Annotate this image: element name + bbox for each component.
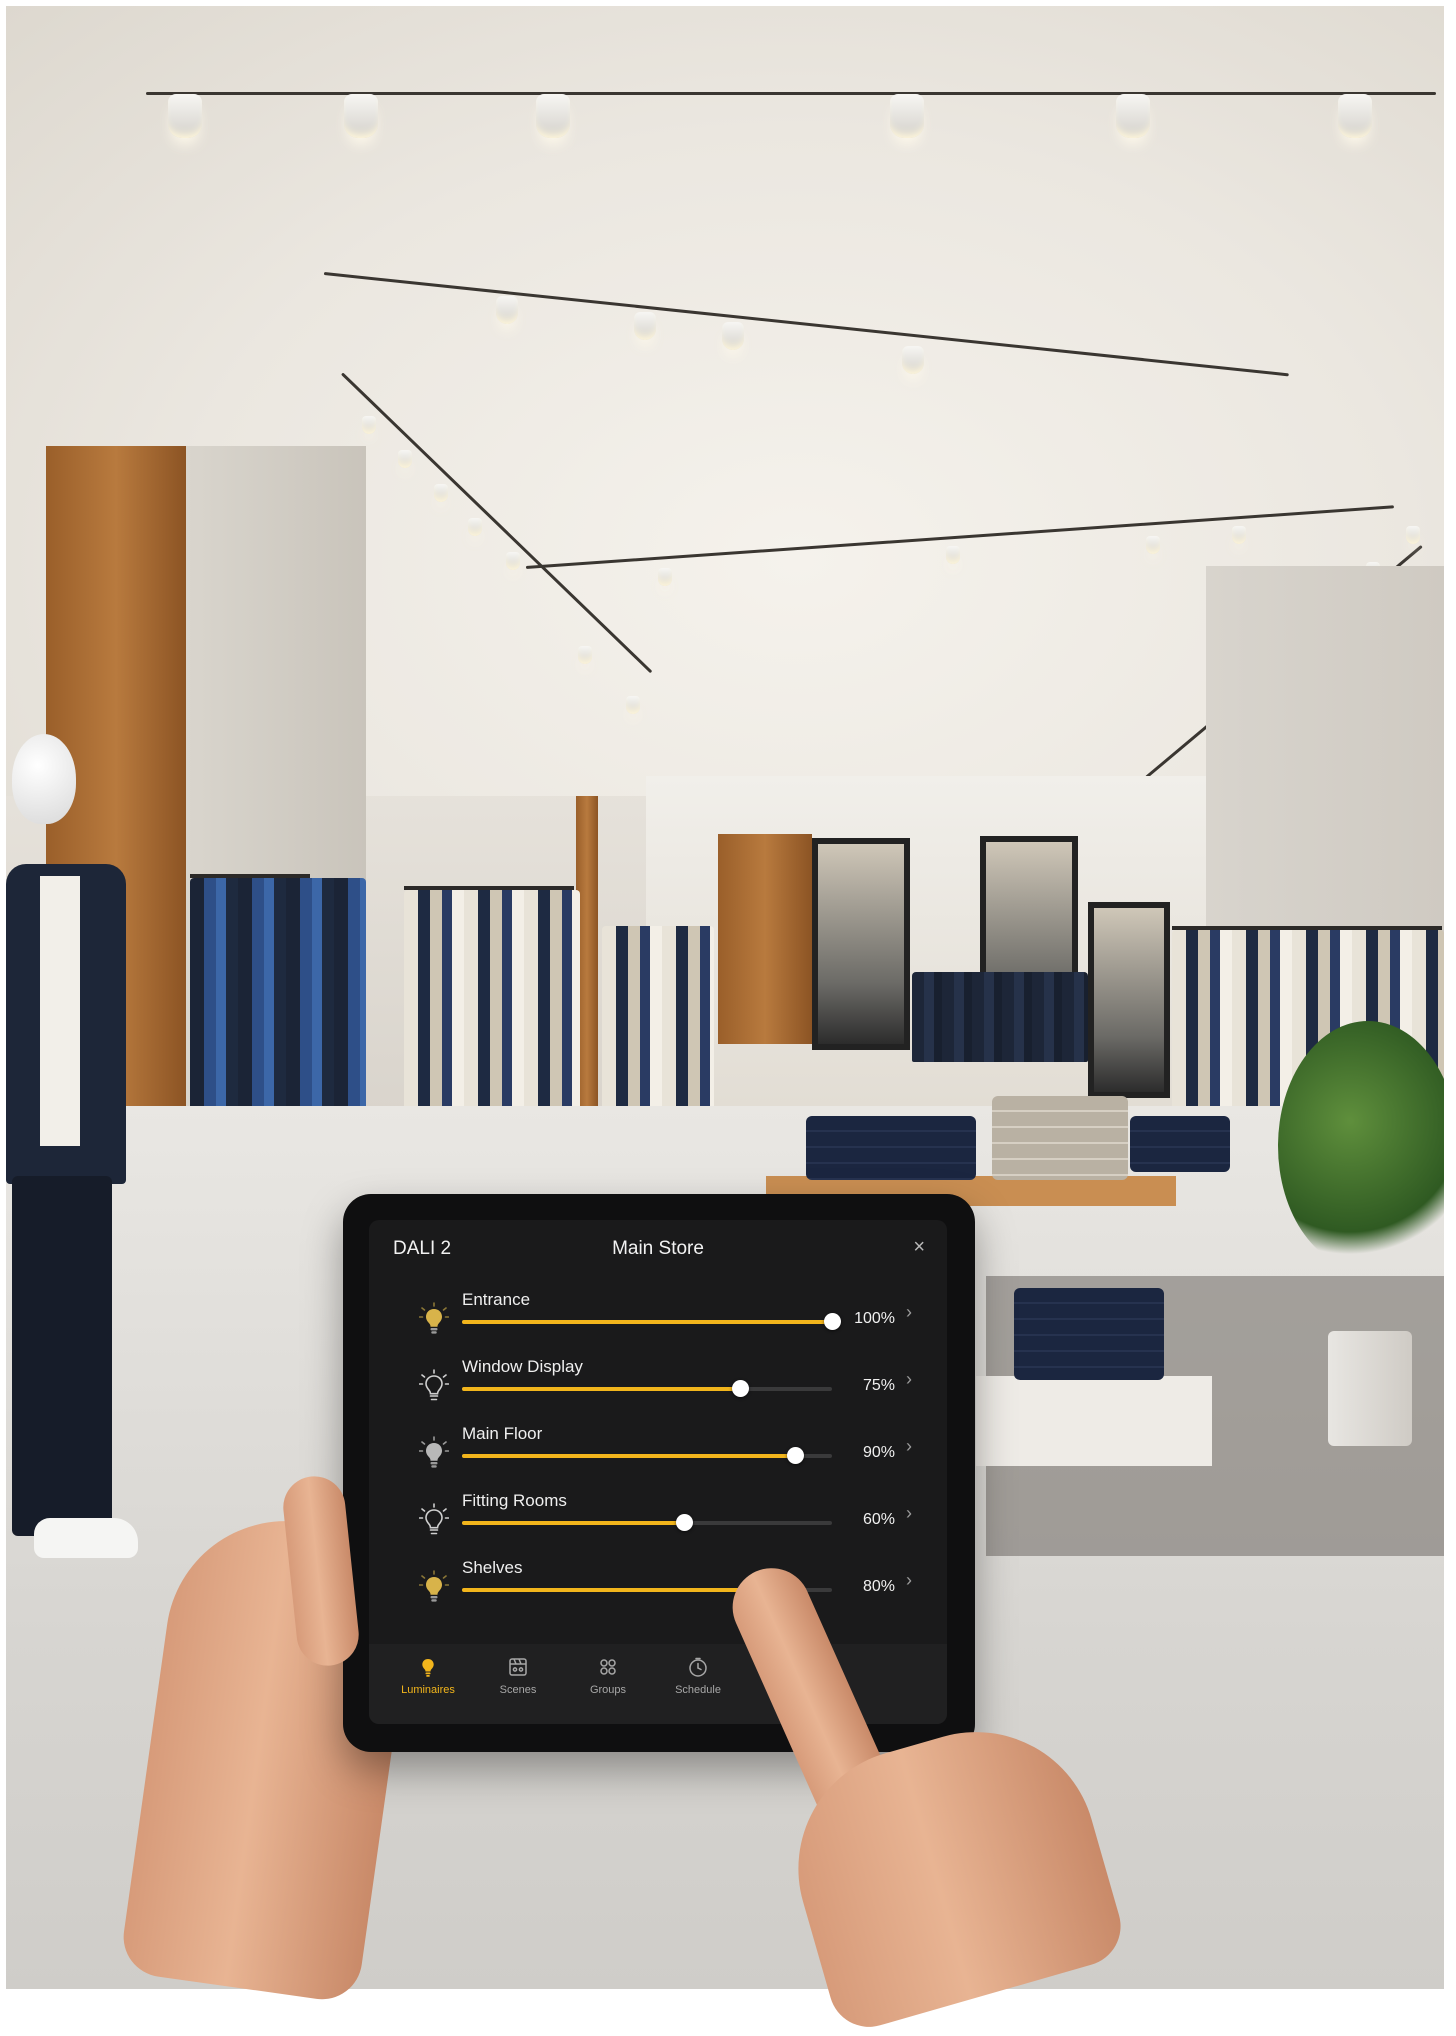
nav-tab-schedule[interactable]: Schedule [653,1656,743,1696]
luminaire-row-fitting-rooms[interactable]: Fitting Rooms 60% › [369,1485,947,1547]
luminaire-row-shelves[interactable]: Shelves 80% › [369,1552,947,1614]
brightness-slider-handle[interactable] [731,1380,749,1397]
nav-tab-label: Schedule [675,1684,721,1696]
clock-icon [653,1656,743,1678]
nav-tab-label: Scenes [499,1684,537,1696]
nav-tab-groups[interactable]: Groups [563,1656,653,1696]
brightness-slider-handle[interactable] [676,1514,693,1531]
luminaire-label: Main Floor [462,1424,543,1443]
lightbulb-dim-icon [418,1436,450,1470]
brightness-slider[interactable] [462,1447,832,1464]
track-spotlight [634,312,656,340]
lightbulb-off-icon [418,1369,450,1403]
lightbulb-on-icon [418,1570,450,1604]
brightness-slider-handle[interactable] [824,1313,841,1330]
chevron-right-icon[interactable]: › [906,1436,912,1457]
brightness-slider-fill [462,1320,832,1324]
potted-plant [1278,1021,1444,1271]
mirror [812,838,910,1050]
brightness-slider-fill [462,1387,740,1391]
brightness-value: 75% [862,1377,895,1394]
brightness-value: 90% [862,1444,895,1461]
luminaire-label: Fitting Rooms [462,1491,567,1510]
track-spotlight [890,94,924,138]
chevron-right-icon[interactable]: › [906,1369,912,1390]
brightness-slider-fill [462,1588,758,1592]
mirror [1088,902,1170,1098]
track-spotlight [1406,526,1420,544]
track-spotlight [1338,94,1372,138]
track-spotlight [168,94,202,138]
track-spotlight [1116,94,1150,138]
nav-tab-scenes[interactable]: Scenes [473,1656,563,1696]
wood-door [718,834,812,1044]
chevron-right-icon[interactable]: › [906,1302,912,1323]
mannequin-head [12,734,76,824]
nav-tab-label: Groups [589,1684,627,1696]
brightness-slider[interactable] [462,1380,832,1397]
track-spotlight [362,416,376,434]
scenes-icon [473,1656,563,1678]
track-spotlight [902,346,924,374]
plant-pot [1328,1331,1412,1446]
brand-label: DALI 2 [393,1238,452,1259]
brightness-slider-handle[interactable] [787,1447,804,1464]
lightbulb-on-icon [418,1302,450,1336]
brightness-slider-fill [462,1454,795,1458]
track-spotlight [398,450,412,468]
track-spotlight [1232,526,1246,544]
track-spotlight [722,322,744,350]
mannequin-shoe [34,1518,138,1558]
luminaire-label: Entrance [462,1290,531,1309]
track-spotlight [344,94,378,138]
chevron-right-icon[interactable]: › [906,1570,912,1591]
folded-stack [992,1096,1128,1180]
luminaire-label: Window Display [462,1357,583,1376]
lightbulb-off-icon [418,1503,450,1537]
display-plinth [976,1376,1212,1466]
track-spotlight [434,484,448,502]
nav-tab-luminaires[interactable]: Luminaires [383,1656,473,1696]
groups-icon [563,1656,653,1678]
brightness-slider-fill [462,1521,684,1525]
track-spotlight [658,568,672,586]
luminaire-label: Shelves [462,1558,523,1577]
hanging-clothes [602,926,714,1126]
track-spotlight [578,646,592,664]
luminaire-row-main-floor[interactable]: Main Floor 90% › [369,1418,947,1480]
brightness-value: 80% [862,1578,895,1595]
close-icon[interactable]: × [913,1236,925,1259]
mannequin-shirt [40,876,80,1146]
brightness-slider[interactable] [462,1514,832,1531]
track-spotlight [506,552,520,570]
brightness-value: 60% [862,1511,895,1528]
track-spotlight [468,518,482,536]
luminaire-icon [383,1656,473,1678]
app-header: DALI 2 Main Store × [369,1220,947,1270]
track-rail [146,92,1436,95]
track-spotlight [496,296,518,324]
brightness-value: 100% [854,1310,895,1327]
track-spotlight [1146,536,1160,554]
luminaire-row-entrance[interactable]: Entrance 100% › [369,1284,947,1346]
brightness-slider[interactable] [462,1313,841,1330]
folded-stack [1130,1116,1230,1172]
page-title: Main Store [612,1238,704,1259]
chevron-right-icon[interactable]: › [906,1503,912,1524]
track-spotlight [536,94,570,138]
lighting-control-app: DALI 2 Main Store × Entrance 100% › Window … [369,1220,947,1724]
track-spotlight [946,546,960,564]
luminaire-row-window-display[interactable]: Window Display 75% › [369,1351,947,1413]
tablet-device: DALI 2 Main Store × Entrance 100% › Window … [343,1194,975,1752]
folded-stack [806,1116,976,1180]
hanging-clothes [912,972,1088,1062]
mannequin-trousers [12,1176,112,1536]
track-spotlight [626,696,640,714]
folded-stack [1014,1288,1164,1380]
nav-tab-label: Luminaires [401,1684,455,1696]
